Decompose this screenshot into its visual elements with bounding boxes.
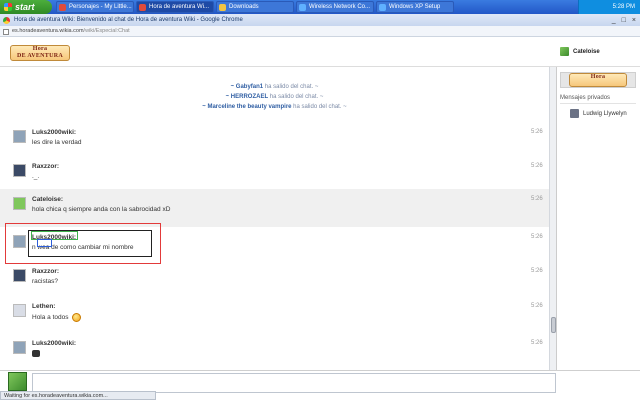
start-button[interactable]: start xyxy=(0,0,52,14)
message-time: 5:26 xyxy=(531,340,543,346)
maximize-button[interactable]: □ xyxy=(622,17,626,24)
message-text: les dire la verdad xyxy=(32,139,82,146)
alert-user: ~ Marceline the beauty vampire xyxy=(202,104,292,110)
taskbar-item-active[interactable]: Hora de aventura Wi... xyxy=(136,1,214,13)
wiki-logo[interactable]: Hora DE AVENTURA xyxy=(10,45,70,61)
avatar[interactable] xyxy=(13,341,26,354)
system-tray: 5:28 PM xyxy=(578,0,640,14)
chrome-icon xyxy=(139,4,146,11)
windows-logo-icon xyxy=(4,3,12,11)
message-text: hola chica q siempre anda con la sabroci… xyxy=(32,206,171,213)
message-input[interactable] xyxy=(32,373,556,393)
chat-message: Luks2000wiki: 5:26 xyxy=(0,333,549,370)
annotation-blue-box xyxy=(37,239,52,247)
message-username[interactable]: Luks2000wiki: xyxy=(32,340,76,347)
logo-line1: Hora xyxy=(32,46,48,52)
private-message-user[interactable]: Ludwig Llywelyn xyxy=(570,109,627,118)
avatar xyxy=(560,47,569,56)
message-text: racistas? xyxy=(32,278,59,285)
address-domain: es.horadeaventura.wikia.com xyxy=(12,28,84,34)
clock: 5:28 PM xyxy=(612,4,635,10)
chat-message-self: Cateloise: hola chica q siempre anda con… xyxy=(0,189,549,227)
self-avatar xyxy=(8,372,27,391)
message-username[interactable]: Lethen: xyxy=(32,303,55,310)
minimize-button[interactable]: _ xyxy=(612,17,616,24)
chat-scrollbar[interactable] xyxy=(549,67,556,370)
inline-alert: ~ Marceline the beauty vampire ha salido… xyxy=(0,104,549,110)
logo-line1: Hora xyxy=(590,74,606,80)
message-text: Hola a todos xyxy=(32,314,69,322)
pm-user-name: Ludwig Llywelyn xyxy=(583,110,627,117)
inline-alert: ~ HERROZAEL ha salido del chat. ~ xyxy=(0,94,549,100)
folder-icon xyxy=(219,4,226,11)
message-time: 5:26 xyxy=(531,234,543,240)
close-button[interactable]: × xyxy=(632,17,636,24)
rail-logo[interactable]: Hora xyxy=(569,73,627,87)
chat-message: Lethen: Hola a todos 5:26 xyxy=(0,296,549,334)
current-user-name: Cateloise xyxy=(573,48,600,55)
avatar[interactable] xyxy=(13,164,26,177)
taskbar-item-label: Downloads xyxy=(229,4,259,10)
address-bar[interactable]: es.horadeaventura.wikia.com/wiki/Especia… xyxy=(0,26,640,37)
avatar[interactable] xyxy=(13,304,26,317)
avatar[interactable] xyxy=(13,130,26,143)
taskbar: start Personajes - My Little... Hora de … xyxy=(0,0,640,14)
current-user[interactable]: Cateloise xyxy=(560,47,600,56)
message-text-wrap: Hola a todos xyxy=(32,313,81,322)
taskbar-item-label: Windows XP Setup xyxy=(389,4,441,10)
avatar xyxy=(570,109,579,118)
browser-status-bar: Waiting for es.horadeaventura.wikia.com.… xyxy=(0,391,156,400)
chrome-icon xyxy=(59,4,66,11)
chat-message: Luks2000wiki: les dire la verdad 5:26 xyxy=(0,122,549,160)
message-time: 5:26 xyxy=(531,129,543,135)
message-time: 5:26 xyxy=(531,196,543,202)
alert-text: ha salido del chat. ~ xyxy=(263,84,319,90)
message-text-wrap xyxy=(32,350,40,359)
chrome-icon xyxy=(3,17,10,24)
chat-message: Raxzzor: racistas? 5:26 xyxy=(0,261,549,299)
alert-text: ha salido del chat. ~ xyxy=(291,104,347,110)
message-text: ._. xyxy=(32,173,40,180)
address-path: /wiki/Especial:Chat xyxy=(83,28,130,34)
avatar[interactable] xyxy=(13,197,26,210)
logo-line2: DE AVENTURA xyxy=(16,53,64,59)
network-icon xyxy=(299,4,306,11)
page-icon xyxy=(3,29,9,35)
taskbar-item[interactable]: Wireless Network Co... xyxy=(296,1,374,13)
avatar[interactable] xyxy=(13,269,26,282)
start-label: start xyxy=(15,2,35,12)
taskbar-item[interactable]: Personajes - My Little... xyxy=(56,1,134,13)
chat-messages: ~ Gabyfan1 ha salido del chat. ~ ~ HERRO… xyxy=(0,67,556,370)
rail-header: Hora xyxy=(560,72,636,88)
alert-user: ~ Gabyfan1 xyxy=(230,84,264,90)
message-time: 5:26 xyxy=(531,268,543,274)
message-username[interactable]: Raxzzor: xyxy=(32,268,59,275)
setup-icon xyxy=(379,4,386,11)
taskbar-item-label: Hora de aventura Wi... xyxy=(149,4,210,10)
smiley-emoticon-icon xyxy=(71,313,81,322)
taskbar-item[interactable]: Windows XP Setup xyxy=(376,1,454,13)
emoticon-icon xyxy=(32,350,40,357)
alert-text: ha salido del chat. ~ xyxy=(268,94,324,100)
message-time: 5:26 xyxy=(531,163,543,169)
chat-header: Hora DE AVENTURA xyxy=(0,37,640,67)
taskbar-item-label: Personajes - My Little... xyxy=(69,4,132,10)
window-controls: _ □ × xyxy=(612,14,636,26)
message-time: 5:26 xyxy=(531,303,543,309)
message-username[interactable]: Raxzzor: xyxy=(32,163,59,170)
taskbar-item[interactable]: Downloads xyxy=(216,1,294,13)
message-username[interactable]: Luks2000wiki: xyxy=(32,129,76,136)
window-titlebar: Hora de aventura Wiki: Bienvenido al cha… xyxy=(0,14,640,26)
message-username[interactable]: Cateloise: xyxy=(32,196,63,203)
taskbar-item-label: Wireless Network Co... xyxy=(309,4,371,10)
window-title: Hora de aventura Wiki: Bienvenido al cha… xyxy=(14,17,243,23)
private-messages-title: Mensajes privados xyxy=(560,95,636,104)
alert-user: ~ HERROZAEL xyxy=(225,94,269,100)
inline-alert: ~ Gabyfan1 ha salido del chat. ~ xyxy=(0,84,549,90)
